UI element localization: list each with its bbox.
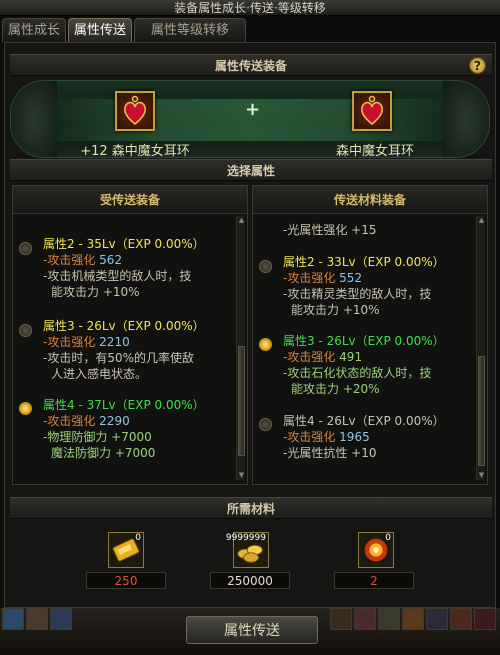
entry-title: 属性4 - 26Lv（EXP 0.00%）: [283, 414, 445, 428]
entry-line: 能攻击力 +20%: [291, 382, 380, 396]
radio-attr4-left[interactable]: [19, 402, 32, 415]
radio-attr4-right[interactable]: [259, 418, 272, 431]
entry-line: -攻击强化 2290: [43, 414, 130, 428]
radio-attr3-left[interactable]: [19, 324, 32, 337]
entry-line: -攻击强化 552: [283, 271, 363, 285]
required-materials-header: 所需材料: [10, 497, 492, 519]
material-count: 0: [385, 533, 391, 543]
transfer-attribute-button[interactable]: 属性传送: [186, 616, 318, 644]
scroll-down-icon[interactable]: ▼: [477, 471, 486, 480]
receiving-equipment-title: 受传送装备: [13, 186, 247, 214]
transfer-equipment-title: 属性传送装备: [214, 59, 287, 73]
entry-line: -攻击强化 491: [283, 350, 363, 364]
hotbar-slot[interactable]: [2, 608, 24, 630]
right-scroll-thumb[interactable]: [478, 356, 485, 466]
entry-line: -攻击强化 562: [43, 253, 123, 267]
material-required: 250000: [210, 572, 290, 589]
material-count: 0: [135, 533, 141, 543]
hotbar-slot[interactable]: [50, 608, 72, 630]
radio-attr3-right[interactable]: [259, 338, 272, 351]
banner-cap-left: [11, 81, 57, 157]
material-required: 2: [334, 572, 414, 589]
entry-line: -攻击强化 1965: [283, 430, 370, 444]
entry-line: -攻击机械类型的敌人时，技: [43, 269, 192, 283]
scroll-up-icon[interactable]: ▲: [237, 216, 246, 225]
plus-sign: +: [245, 99, 261, 120]
entry-title: 属性2 - 35Lv（EXP 0.00%）: [43, 237, 205, 251]
entry-title: 属性3 - 26Lv（EXP 0.00%）: [43, 319, 205, 333]
material-slot-orb[interactable]: 0: [358, 532, 394, 568]
tab-attribute-transfer[interactable]: 属性传送: [68, 18, 132, 42]
window-title: 装备属性成长·传送·等级转移: [0, 0, 500, 16]
radio-attr2-right[interactable]: [259, 260, 272, 273]
hotbar-slot[interactable]: [330, 608, 352, 630]
target-item-slot[interactable]: [352, 91, 392, 131]
entry-line: 魔法防御力 +7000: [51, 446, 156, 460]
entry-line: 能攻击力 +10%: [291, 303, 380, 317]
entry-line: 人进入感电状态。: [51, 367, 148, 381]
help-icon[interactable]: ?: [469, 57, 486, 74]
entry-title: 属性4 - 37Lv（EXP 0.00%）: [43, 398, 205, 412]
entry-line: 能攻击力 +10%: [51, 285, 140, 299]
material-equipment-panel: 传送材料装备 ▲ ▼ -光属性强化 +15 属性2 - 33Lv（EXP 0.0…: [252, 185, 488, 485]
target-item-name: 森中魔女耳环: [335, 144, 414, 159]
material-required: 250: [86, 572, 166, 589]
material-equipment-title: 传送材料装备: [253, 186, 487, 214]
entry-title: 属性3 - 26Lv（EXP 0.00%）: [283, 334, 445, 348]
scroll-up-icon[interactable]: ▲: [477, 216, 486, 225]
receiving-equipment-panel: 受传送装备 ▲ ▼ 属性2 - 35Lv（EXP 0.00%） -攻击强化 56…: [12, 185, 248, 485]
banner-cap-right: [443, 81, 489, 157]
entry-line: -攻击时，有50%的几率使敌: [43, 351, 195, 365]
entry-line: -攻击强化 2210: [43, 335, 130, 349]
tab-attribute-growth[interactable]: 属性成长: [2, 18, 66, 42]
tab-bar: 属性成长 属性传送 属性等级转移: [0, 18, 500, 42]
entry-line: -光属性抗性 +10: [283, 446, 377, 460]
heart-earring-icon: [123, 95, 147, 125]
source-item-name: +12 森中魔女耳环: [80, 144, 190, 159]
material-slot-ticket[interactable]: 0: [108, 532, 144, 568]
material-slot-gold[interactable]: 9999999: [226, 532, 269, 568]
entry-title: 属性2 - 33Lv（EXP 0.00%）: [283, 255, 445, 269]
hotbar-slot[interactable]: [26, 608, 48, 630]
hotbar-slot[interactable]: [402, 608, 424, 630]
left-scroll-thumb[interactable]: [238, 346, 245, 456]
hotbar-slot[interactable]: [426, 608, 448, 630]
entry-line: -攻击石化状态的敌人时，技: [283, 366, 432, 380]
tab-level-transfer[interactable]: 属性等级转移: [134, 18, 246, 42]
hotbar-slot[interactable]: [354, 608, 376, 630]
scroll-down-icon[interactable]: ▼: [237, 471, 246, 480]
transfer-equipment-header: 属性传送装备 ?: [10, 54, 492, 76]
radio-attr2-left[interactable]: [19, 242, 32, 255]
hotbar-slot[interactable]: [474, 608, 496, 630]
hotbar-slot[interactable]: [450, 608, 472, 630]
select-attribute-header: 选择属性: [10, 159, 492, 181]
entry-line: -物理防御力 +7000: [43, 430, 152, 444]
hotbar-slot[interactable]: [378, 608, 400, 630]
source-item-slot[interactable]: [115, 91, 155, 131]
entry-line: -攻击精灵类型的敌人时，技: [283, 287, 432, 301]
right-scrollbar[interactable]: ▲ ▼: [476, 216, 485, 480]
material-count: 9999999: [225, 533, 266, 543]
entry-line: -光属性强化 +15: [283, 223, 377, 237]
left-scrollbar[interactable]: ▲ ▼: [236, 216, 245, 480]
heart-earring-icon: [360, 95, 384, 125]
